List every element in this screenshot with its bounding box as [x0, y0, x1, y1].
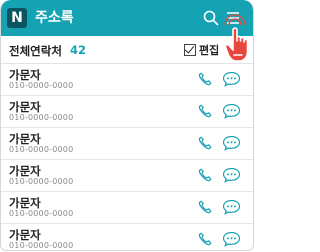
contact-row[interactable]: 가문자 010-0000-0000: [1, 96, 253, 128]
contact-row[interactable]: 가문자 010-0000-0000: [1, 160, 253, 192]
summary-bar: 전체연락처 42 편집: [1, 36, 253, 64]
edit-label: 편집: [199, 44, 220, 57]
message-icon[interactable]: [222, 167, 241, 183]
phone-frame: N 주소록 전체연락처 42 편집 가문자 010-0000-0000 가문자 010…: [0, 0, 254, 251]
message-icon[interactable]: [222, 199, 241, 215]
edit-toggle[interactable]: 편집: [184, 42, 219, 58]
call-icon[interactable]: [198, 136, 212, 150]
edit-checkbox-icon[interactable]: [184, 44, 196, 56]
contact-row[interactable]: 가문자 010-0000-0000: [1, 128, 253, 160]
contact-phone-number: 010-0000-0000: [9, 113, 74, 122]
search-icon[interactable]: [202, 9, 220, 27]
contact-list: 가문자 010-0000-0000 가문자 010-0000-0000 가문자 010-0…: [1, 64, 253, 250]
contact-phone-number: 010-0000-0000: [9, 177, 74, 186]
contact-phone-number: 010-0000-0000: [9, 145, 74, 154]
call-icon[interactable]: [198, 232, 212, 246]
app-logo: N: [7, 8, 27, 28]
call-icon[interactable]: [198, 104, 212, 118]
contact-row[interactable]: 가문자 010-0000-0000: [1, 192, 253, 224]
contact-phone-number: 010-0000-0000: [9, 209, 74, 218]
page-title: 주소록: [35, 10, 74, 26]
contact-row[interactable]: 가문자 010-0000-0000: [1, 64, 253, 96]
contact-phone-number: 010-0000-0000: [9, 241, 74, 250]
message-icon[interactable]: [222, 71, 241, 87]
pointing-hand-icon: [224, 27, 249, 62]
message-icon[interactable]: [222, 103, 241, 119]
contact-row[interactable]: 가문자 010-0000-0000: [1, 224, 253, 250]
message-icon[interactable]: [222, 135, 241, 151]
total-contacts-count: 42: [70, 43, 87, 57]
call-icon[interactable]: [198, 168, 212, 182]
app-header: N 주소록: [1, 0, 253, 36]
contact-phone-number: 010-0000-0000: [9, 81, 74, 90]
total-contacts-label: 전체연락처: [9, 44, 62, 58]
call-icon[interactable]: [198, 72, 212, 86]
message-icon[interactable]: [222, 231, 241, 247]
call-icon[interactable]: [198, 200, 212, 214]
